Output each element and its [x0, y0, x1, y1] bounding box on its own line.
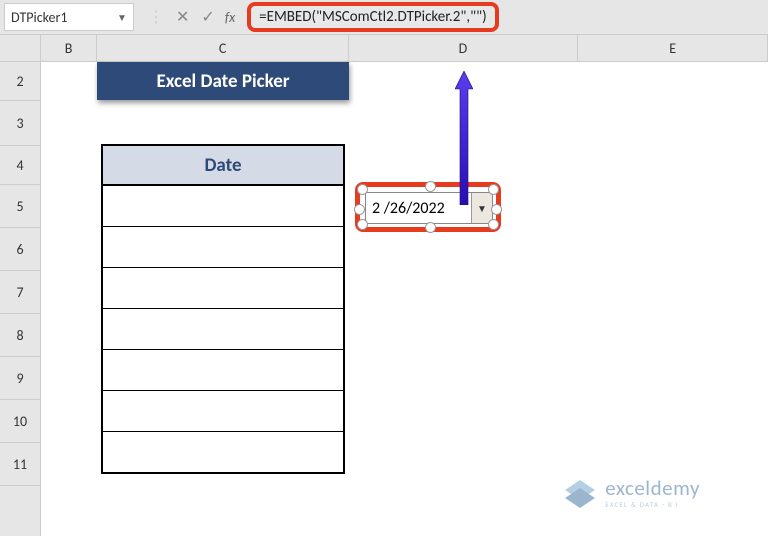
date-table-header: Date — [101, 144, 345, 186]
resize-handle[interactable] — [425, 181, 436, 192]
select-all-corner[interactable] — [0, 35, 41, 61]
spreadsheet-grid: B C D E 2 3 4 5 6 7 8 9 10 11 Excel Date… — [0, 35, 768, 536]
resize-handle[interactable] — [425, 222, 436, 233]
dtpicker-value: 2 /26/2022 — [366, 199, 471, 218]
formula-text: =EMBED("MSComCtl2.DTPicker.2","") — [247, 2, 499, 32]
name-box-value: DTPicker1 — [11, 9, 68, 26]
row-header-9[interactable]: 9 — [0, 357, 40, 400]
table-row[interactable] — [101, 227, 345, 268]
table-row[interactable] — [101, 350, 345, 391]
col-header-D[interactable]: D — [349, 35, 579, 61]
row-header-11[interactable]: 11 — [0, 443, 40, 486]
dtpicker-box[interactable]: 2 /26/2022 ▼ — [365, 192, 493, 224]
formula-input[interactable]: =EMBED("MSComCtl2.DTPicker.2","") — [247, 2, 499, 32]
separator-icon: ⋮ — [148, 7, 164, 27]
watermark-subtitle: EXCEL & DATA - B I — [605, 501, 700, 508]
table-row[interactable] — [101, 268, 345, 309]
row-header-4[interactable]: 4 — [0, 146, 40, 185]
row-header-5[interactable]: 5 — [0, 185, 40, 228]
row-header-8[interactable]: 8 — [0, 314, 40, 357]
watermark-title: exceldemy — [605, 478, 700, 499]
name-box[interactable]: DTPicker1 ▼ — [4, 3, 134, 31]
cancel-icon[interactable]: ✕ — [176, 7, 189, 27]
dtpicker-control[interactable]: 2 /26/2022 ▼ — [359, 186, 497, 228]
resize-handle[interactable] — [357, 184, 368, 195]
resize-handle[interactable] — [357, 219, 368, 230]
col-header-E[interactable]: E — [578, 35, 768, 61]
resize-handle[interactable] — [488, 184, 499, 195]
dtpicker-dropdown-button[interactable]: ▼ — [471, 193, 492, 223]
row-headers: 2 3 4 5 6 7 8 9 10 11 — [0, 62, 41, 536]
col-header-B[interactable]: B — [41, 35, 98, 61]
watermark-logo-icon — [563, 478, 597, 508]
cells-area[interactable]: Excel Date Picker Date 2 /26/2022 ▼ — [41, 62, 768, 536]
resize-handle[interactable] — [488, 219, 499, 230]
table-row[interactable] — [101, 432, 345, 474]
row-header-7[interactable]: 7 — [0, 271, 40, 314]
formula-bar: DTPicker1 ▼ ⋮ ✕ ✓ fx =EMBED("MSComCtl2.D… — [0, 0, 768, 35]
row-header-2[interactable]: 2 — [0, 62, 40, 101]
confirm-icon[interactable]: ✓ — [201, 7, 214, 27]
column-headers: B C D E — [0, 35, 768, 62]
fx-label[interactable]: fx — [223, 9, 241, 26]
table-row[interactable] — [101, 391, 345, 432]
date-table: Date — [101, 144, 345, 474]
table-row[interactable] — [101, 309, 345, 350]
row-header-6[interactable]: 6 — [0, 228, 40, 271]
resize-handle[interactable] — [491, 204, 502, 215]
row-header-3[interactable]: 3 — [0, 101, 40, 146]
table-row[interactable] — [101, 186, 345, 227]
resize-handle[interactable] — [354, 204, 365, 215]
watermark: exceldemy EXCEL & DATA - B I — [563, 478, 700, 508]
name-box-dropdown-icon[interactable]: ▼ — [117, 12, 127, 22]
formula-bar-controls: ⋮ ✕ ✓ — [134, 7, 223, 27]
row-header-10[interactable]: 10 — [0, 400, 40, 443]
col-header-C[interactable]: C — [97, 35, 348, 61]
title-banner: Excel Date Picker — [97, 62, 349, 100]
